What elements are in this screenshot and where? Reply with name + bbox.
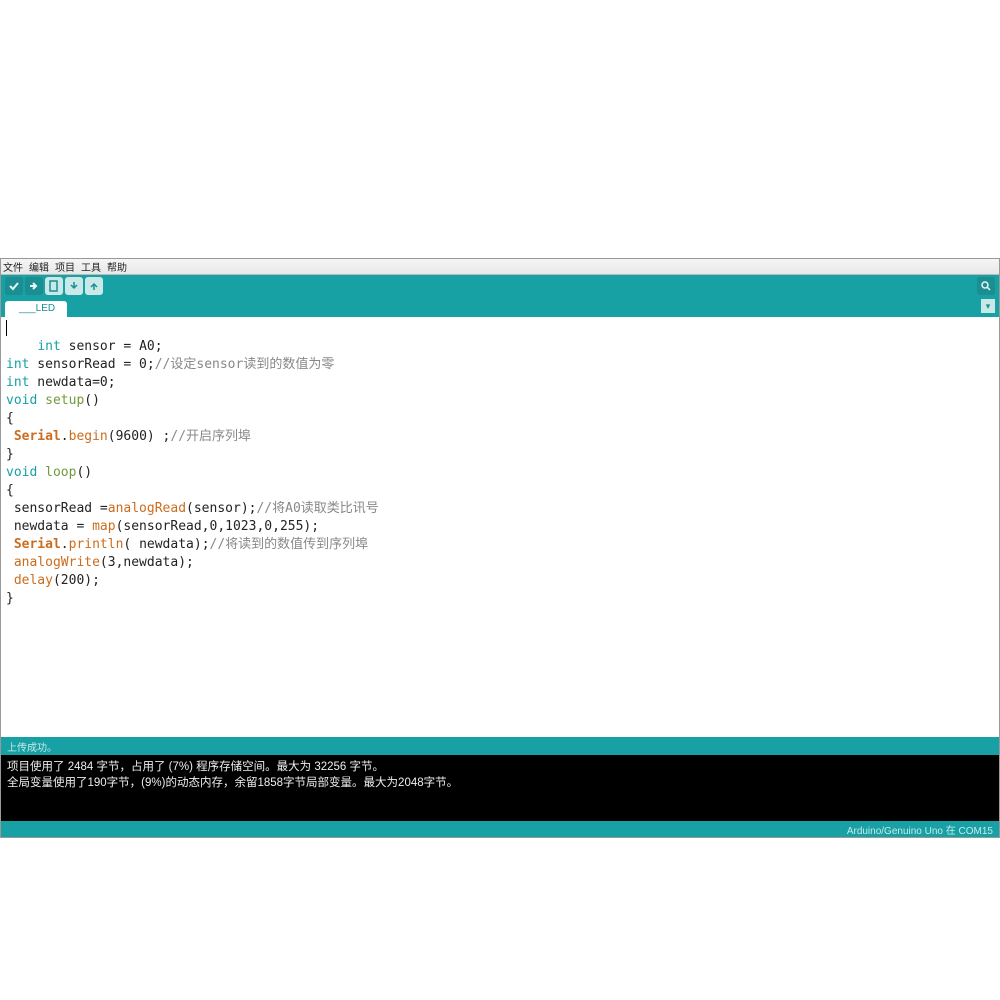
menu-file[interactable]: 文件 xyxy=(3,259,23,274)
menubar: 文件 编辑 项目 工具 帮助 xyxy=(1,259,999,275)
code-token: newdata = xyxy=(6,519,92,534)
code-token xyxy=(6,555,14,570)
save-button[interactable] xyxy=(85,277,103,295)
footer-bar: Arduino/Genuino Uno 在 COM15 xyxy=(1,821,999,837)
code-token: sensorRead = xyxy=(6,501,108,516)
code-token: delay xyxy=(14,573,53,588)
open-button[interactable] xyxy=(65,277,83,295)
text-cursor xyxy=(6,320,7,336)
code-token xyxy=(37,465,45,480)
code-token: Serial xyxy=(14,537,61,552)
code-token: (sensorRead,0,1023,0,255); xyxy=(116,519,320,534)
status-bar: 上传成功。 xyxy=(1,737,999,755)
menu-tools[interactable]: 工具 xyxy=(81,259,101,274)
code-token: begin xyxy=(69,429,108,444)
code-comment: //将A0读取类比讯号 xyxy=(256,501,378,516)
code-token: analogWrite xyxy=(14,555,100,570)
code-token: { xyxy=(6,483,14,498)
code-token: { xyxy=(6,411,14,426)
code-token: ( newdata); xyxy=(123,537,209,552)
toolbar xyxy=(1,275,999,297)
code-token: } xyxy=(6,447,14,462)
code-token xyxy=(6,537,14,552)
code-token: analogRead xyxy=(108,501,186,516)
tab-menu-dropdown[interactable]: ▾ xyxy=(981,299,995,313)
code-token: map xyxy=(92,519,115,534)
code-token: int xyxy=(6,375,29,390)
status-text: 上传成功。 xyxy=(7,739,57,754)
code-token: sensor = A0; xyxy=(61,339,163,354)
code-token: () xyxy=(76,465,92,480)
console-line: 项目使用了 2484 字节，占用了 (7%) 程序存储空间。最大为 32256 … xyxy=(7,759,993,775)
code-token: . xyxy=(61,429,69,444)
board-port-label: Arduino/Genuino Uno 在 COM15 xyxy=(847,822,993,837)
code-token: loop xyxy=(45,465,76,480)
code-token: void xyxy=(6,465,37,480)
code-token: int xyxy=(6,357,29,372)
code-token: (200); xyxy=(53,573,100,588)
output-console: 项目使用了 2484 字节，占用了 (7%) 程序存储空间。最大为 32256 … xyxy=(1,755,999,821)
code-comment: //设定sensor读到的数值为零 xyxy=(155,357,335,372)
serial-monitor-button[interactable] xyxy=(977,277,995,295)
code-token: . xyxy=(61,537,69,552)
menu-help[interactable]: 帮助 xyxy=(107,259,127,274)
code-token: println xyxy=(69,537,124,552)
menu-edit[interactable]: 编辑 xyxy=(29,259,49,274)
code-editor[interactable]: int sensor = A0; int sensorRead = 0;//设定… xyxy=(1,317,999,737)
code-token: setup xyxy=(45,393,84,408)
upload-button[interactable] xyxy=(25,277,43,295)
code-token: () xyxy=(84,393,100,408)
console-line: 全局变量使用了190字节，(9%)的动态内存，余留1858字节局部变量。最大为2… xyxy=(7,775,993,791)
tab-led[interactable]: ___LED xyxy=(5,301,67,317)
tabbar: ___LED ▾ xyxy=(1,297,999,317)
code-token: (9600) ; xyxy=(108,429,171,444)
code-comment: //开启序列埠 xyxy=(170,429,251,444)
menu-sketch[interactable]: 项目 xyxy=(55,259,75,274)
code-token: } xyxy=(6,591,14,606)
code-token xyxy=(37,393,45,408)
code-token: void xyxy=(6,393,37,408)
code-token: Serial xyxy=(14,429,61,444)
arduino-ide-window: 文件 编辑 项目 工具 帮助 ___LED ▾ int sensor = A0;… xyxy=(0,258,1000,838)
code-comment: //将读到的数值传到序列埠 xyxy=(210,537,369,552)
code-token: sensorRead = 0; xyxy=(29,357,154,372)
verify-button[interactable] xyxy=(5,277,23,295)
code-token: (sensor); xyxy=(186,501,256,516)
code-token: int xyxy=(37,339,60,354)
code-token xyxy=(6,573,14,588)
code-token xyxy=(6,429,14,444)
code-token: (3,newdata); xyxy=(100,555,194,570)
new-button[interactable] xyxy=(45,277,63,295)
code-token: newdata=0; xyxy=(29,375,115,390)
